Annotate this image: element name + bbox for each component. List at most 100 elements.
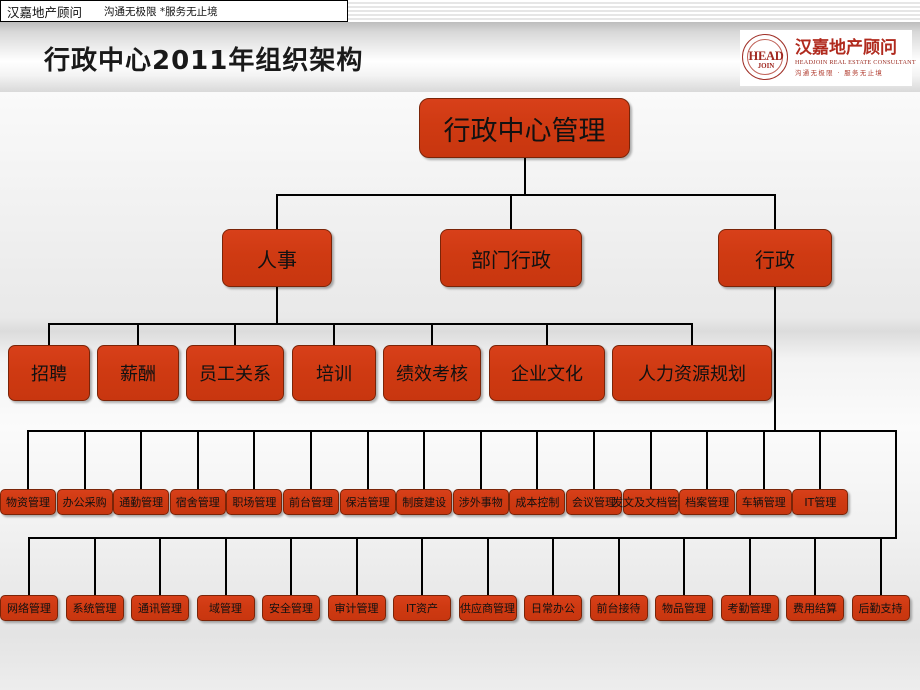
connector-level4-drop — [196, 430, 199, 489]
connector-level3-bus — [48, 323, 693, 325]
connector-root-stem — [523, 158, 526, 194]
node-level4-14[interactable]: IT管理 — [792, 489, 849, 515]
node-level4-4[interactable]: 职场管理 — [226, 489, 283, 515]
node-level2-1[interactable]: 部门行政 — [440, 229, 582, 287]
connector-level4-drop — [706, 430, 709, 489]
node-level3-5[interactable]: 企业文化 — [489, 345, 605, 401]
node-label: 域管理 — [209, 602, 242, 615]
connector-level3-drop — [691, 323, 693, 345]
node-level5-0[interactable]: 网络管理 — [0, 595, 58, 621]
connector-level3-drop — [48, 323, 50, 345]
company-slogan-label: 沟通无极限 *服务无止境 — [104, 5, 218, 18]
connector-right-rail — [895, 430, 897, 537]
node-level4-11[interactable]: 发文及文档管理 — [612, 489, 689, 515]
connector-level2-bus — [276, 194, 776, 196]
connector-level4-drop — [762, 430, 765, 489]
connector-level5-drop — [93, 537, 96, 595]
node-level5-1[interactable]: 系统管理 — [65, 595, 124, 621]
connector-level4-drop — [819, 430, 822, 489]
node-label: 绩效考核 — [396, 364, 468, 385]
node-label: 考勤管理 — [727, 602, 772, 615]
node-level5-2[interactable]: 通讯管理 — [131, 595, 189, 621]
node-level4-9[interactable]: 成本控制 — [509, 489, 566, 515]
node-label: 宿舍管理 — [175, 496, 220, 509]
node-label: 前台接待 — [596, 602, 641, 615]
node-label: 职场管理 — [232, 496, 277, 509]
connector-level4-drop — [83, 430, 86, 489]
node-level5-8[interactable]: 日常办公 — [524, 595, 582, 621]
connector-level2-drop — [276, 194, 278, 229]
company-brand-label: 汉嘉地产顾问 — [7, 4, 83, 20]
node-level5-13[interactable]: 后勤支持 — [851, 595, 910, 621]
header-stripes — [348, 0, 920, 22]
node-level2-2[interactable]: 行政 — [718, 229, 832, 287]
node-level3-2[interactable]: 员工关系 — [186, 345, 284, 401]
node-level4-6[interactable]: 保洁管理 — [339, 489, 396, 515]
connector-level4-drop — [27, 430, 29, 489]
node-label: 人事 — [257, 247, 297, 272]
connector-level4-drop — [423, 430, 426, 489]
node-level3-0[interactable]: 招聘 — [8, 345, 90, 401]
connector-level5-drop — [683, 537, 685, 595]
node-level4-12[interactable]: 档案管理 — [679, 489, 736, 515]
connector-level5-drop — [28, 537, 30, 595]
connector-level5-drop — [224, 537, 227, 595]
node-level5-4[interactable]: 安全管理 — [262, 595, 320, 621]
node-level5-5[interactable]: 审计管理 — [327, 595, 386, 621]
node-label: 物品管理 — [662, 602, 706, 615]
node-level4-1[interactable]: 办公采购 — [56, 489, 113, 515]
node-label: 车辆管理 — [741, 496, 786, 509]
node-label: 网络管理 — [7, 602, 51, 615]
node-label: 发文及文档管理 — [612, 496, 690, 509]
node-label: 制度建设 — [402, 496, 447, 509]
node-level3-1[interactable]: 薪酬 — [97, 345, 179, 401]
connector-level5-drop — [159, 537, 161, 595]
connector-level5-drop — [748, 537, 751, 595]
node-level5-10[interactable]: 物品管理 — [655, 595, 713, 621]
node-label: 涉外事物 — [458, 496, 503, 509]
node-level4-7[interactable]: 制度建设 — [396, 489, 453, 515]
header-bar: 汉嘉地产顾问 沟通无极限 *服务无止境 — [0, 0, 348, 22]
connector-level3-drop — [546, 323, 548, 345]
connector-level4-drop — [536, 430, 539, 489]
connector-level5-drop — [814, 537, 816, 595]
node-level5-11[interactable]: 考勤管理 — [720, 595, 779, 621]
connector-level5-drop — [486, 537, 489, 595]
node-label: 后勤支持 — [858, 602, 903, 615]
node-level4-8[interactable]: 涉外事物 — [452, 489, 509, 515]
node-level5-6[interactable]: IT资产 — [393, 595, 451, 621]
connector-level5-drop — [879, 537, 882, 595]
node-label: 物资管理 — [6, 496, 50, 509]
headjoin-seal-icon: HEAD JOIN — [740, 32, 792, 84]
connector-admin-stem — [774, 287, 776, 430]
node-level5-7[interactable]: 供应商管理 — [458, 595, 517, 621]
connector-level3-drop — [333, 323, 335, 345]
node-level3-4[interactable]: 绩效考核 — [383, 345, 481, 401]
node-level4-0[interactable]: 物资管理 — [0, 489, 56, 515]
node-level3-3[interactable]: 培训 — [292, 345, 376, 401]
node-label: 保洁管理 — [345, 496, 390, 509]
node-level5-9[interactable]: 前台接待 — [589, 595, 648, 621]
node-level4-13[interactable]: 车辆管理 — [735, 489, 792, 515]
node-label: IT资产 — [406, 602, 438, 615]
node-label: 办公采购 — [62, 496, 107, 509]
node-label: 前台管理 — [289, 496, 333, 509]
node-level3-6[interactable]: 人力资源规划 — [612, 345, 772, 401]
node-level4-5[interactable]: 前台管理 — [283, 489, 339, 515]
node-label: 企业文化 — [511, 364, 583, 385]
node-label: 员工关系 — [199, 364, 271, 385]
node-level4-2[interactable]: 通勤管理 — [113, 489, 170, 515]
node-level5-12[interactable]: 费用结算 — [786, 595, 844, 621]
node-level4-3[interactable]: 宿舍管理 — [169, 489, 226, 515]
node-label: 系统管理 — [72, 602, 117, 615]
connector-level2-drop — [774, 194, 776, 229]
connector-level4-drop — [649, 430, 652, 489]
node-root-administration-center[interactable]: 行政中心管理 — [419, 98, 630, 158]
connector-level5-drop — [290, 537, 292, 595]
node-level5-3[interactable]: 域管理 — [196, 595, 255, 621]
node-level2-0[interactable]: 人事 — [222, 229, 332, 287]
connector-level4-drop — [253, 430, 256, 489]
node-label: 招聘 — [31, 364, 67, 385]
connector-level3-drop — [137, 323, 139, 345]
connector-level5-drop — [552, 537, 554, 595]
